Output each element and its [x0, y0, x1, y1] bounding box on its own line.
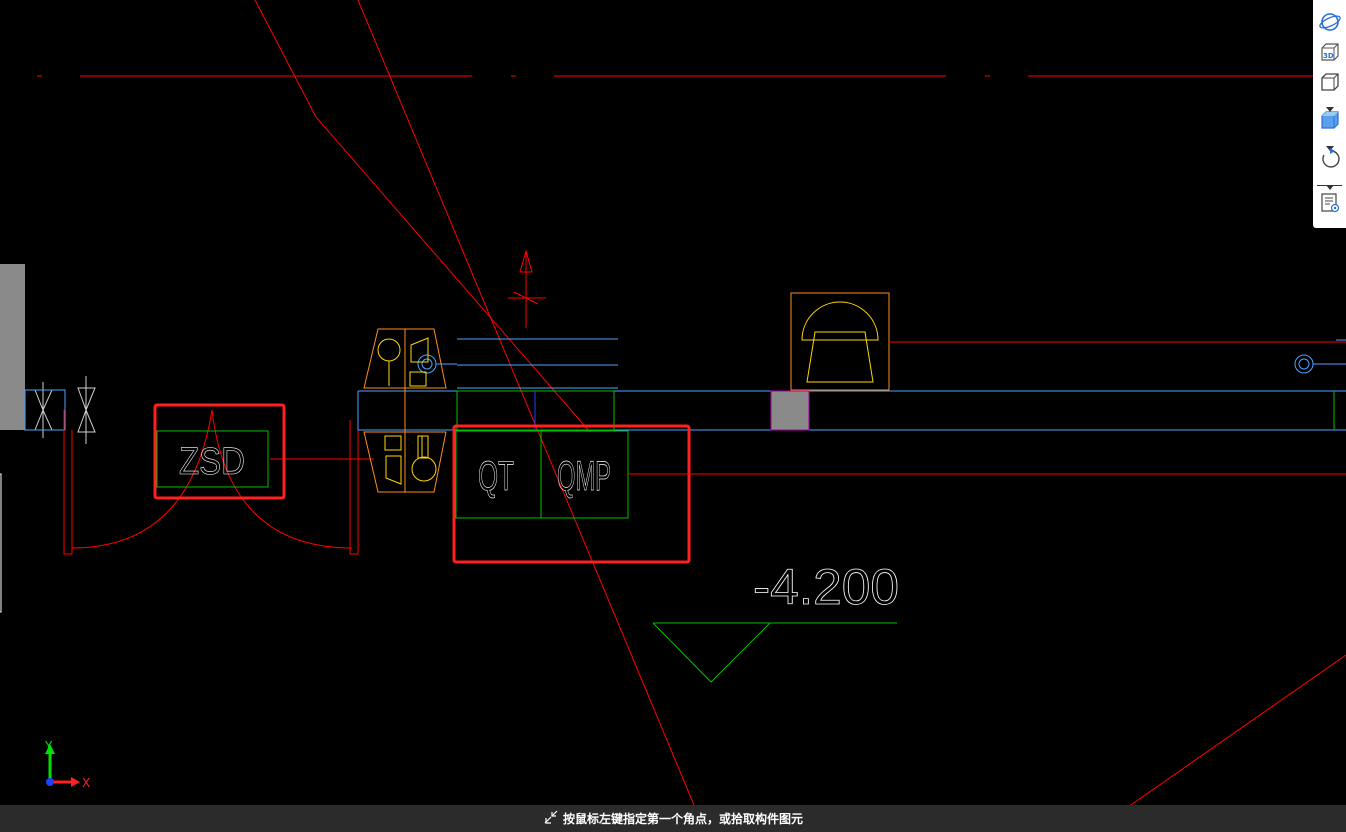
y-axis-label: Y: [44, 739, 53, 753]
main-pipe: [357, 338, 1346, 431]
svg-text:3D: 3D: [1323, 52, 1334, 60]
rotate-dropdown-icon[interactable]: [1326, 176, 1334, 190]
x-axis-label: X: [82, 776, 90, 790]
view-toolbar: 3D: [1313, 0, 1346, 228]
pump-symbols: [377, 337, 437, 485]
green-pipe-sections: [456, 390, 1335, 431]
left-edge-frame: [0, 473, 2, 613]
cube-view-dropdown-icon[interactable]: [1326, 98, 1334, 112]
elevation-marker: [652, 622, 897, 683]
shaded-cube-icon[interactable]: [1318, 108, 1342, 132]
qt-label: QT: [478, 452, 514, 499]
elevation-label: -4.200: [753, 559, 899, 615]
rotate-icon[interactable]: [1318, 147, 1342, 171]
command-status-bar: 按鼠标左键指定第一个角点，或拾取构件图元: [0, 805, 1346, 832]
cad-drawing-canvas[interactable]: ZSD QT QMP -4.200: [0, 0, 1346, 805]
zsd-label: ZSD: [179, 441, 245, 483]
coordinate-axis-indicator: Y X: [44, 739, 90, 790]
north-arrow-symbol: [508, 249, 546, 328]
pump-equipment: [363, 328, 447, 493]
3d-view-icon[interactable]: 3D: [1318, 40, 1342, 64]
qmp-label: QMP: [557, 452, 611, 499]
arched-equipment: [790, 292, 1346, 391]
status-message: 按鼠标左键指定第一个角点，或拾取构件图元: [562, 812, 803, 826]
layer-properties-icon[interactable]: [1318, 191, 1342, 215]
select-corner-icon: [543, 809, 559, 828]
left-pipe-segment: [24, 389, 66, 431]
inline-valve-block: [770, 390, 810, 431]
cube-view-icon[interactable]: [1318, 70, 1342, 94]
orbit-icon[interactable]: [1318, 10, 1342, 34]
shaded-cube-dropdown-icon[interactable]: [1326, 137, 1334, 151]
toolbar-divider: [1317, 185, 1342, 186]
left-wall-block: [0, 264, 25, 430]
